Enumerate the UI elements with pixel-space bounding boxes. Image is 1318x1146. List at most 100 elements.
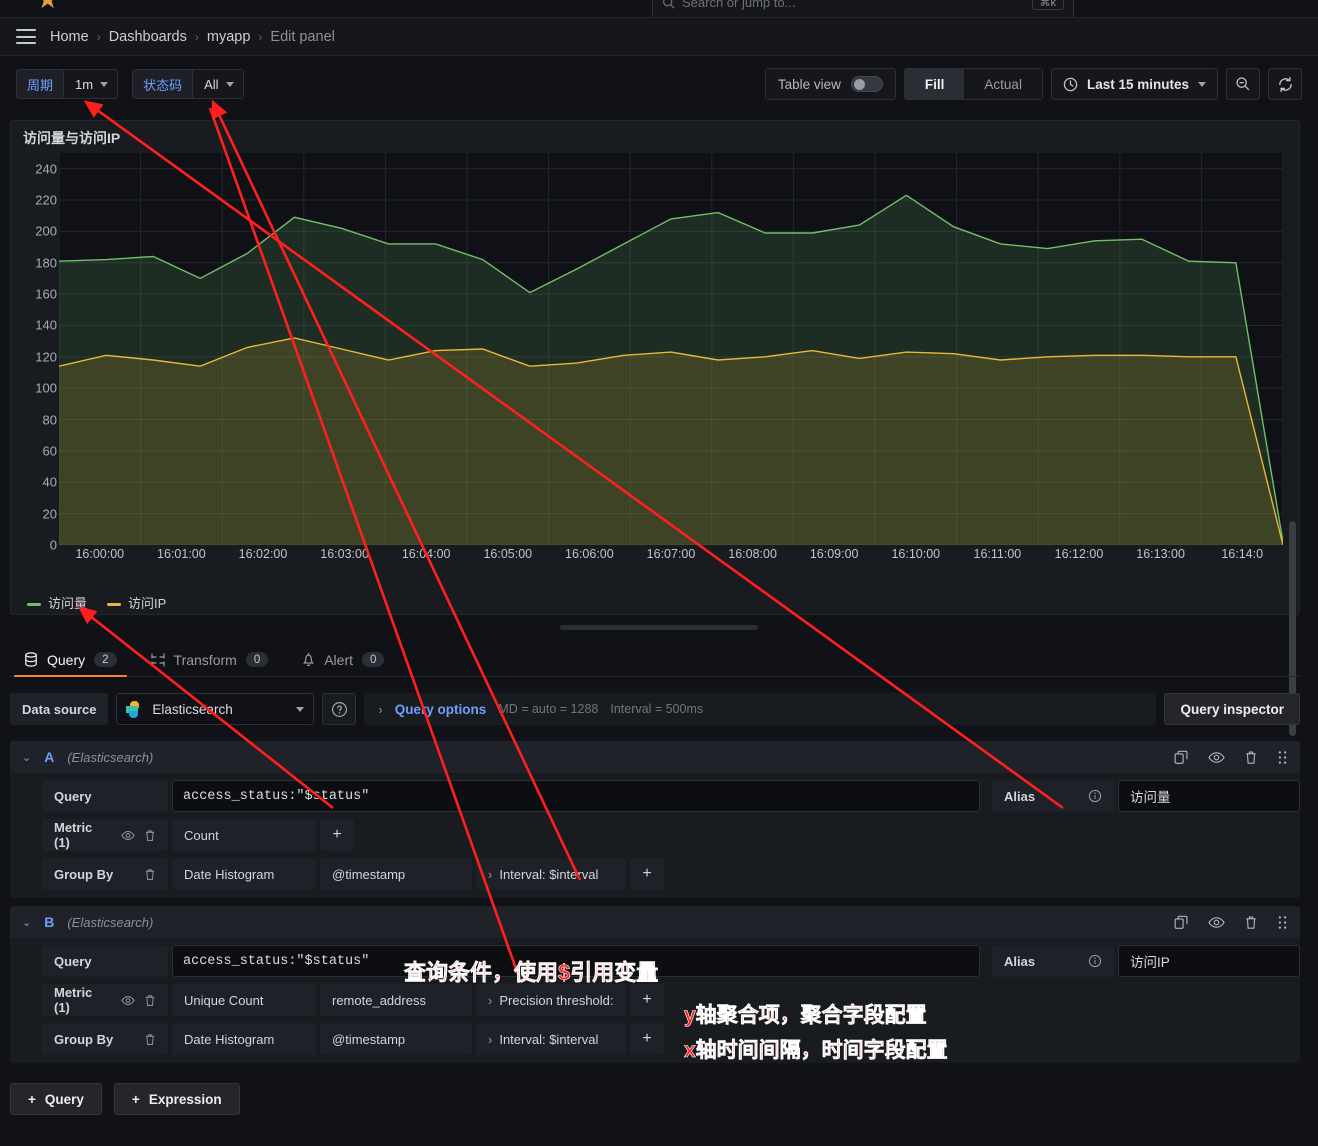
transform-icon (151, 653, 165, 667)
groupby-label-text: Group By (54, 867, 113, 882)
trash-icon[interactable] (144, 1033, 156, 1046)
trash-icon[interactable] (144, 829, 156, 842)
annotation-x-interval: x轴时间间隔，时间字段配置 (684, 1034, 948, 1064)
query-a-groupby-agg[interactable]: Date Histogram (172, 858, 316, 890)
eye-icon[interactable] (1208, 915, 1225, 930)
elasticsearch-icon (126, 701, 143, 718)
tab-transform[interactable]: Transform 0 (137, 643, 283, 676)
datasource-select[interactable]: Elasticsearch (116, 693, 314, 725)
query-b-alias-input[interactable]: 访问IP (1118, 945, 1300, 977)
chevron-right-icon: › (488, 867, 492, 882)
eye-icon[interactable] (1208, 750, 1225, 765)
time-range-picker[interactable]: Last 15 minutes (1051, 68, 1218, 100)
breadcrumb-item-myapp[interactable]: myapp (207, 29, 251, 45)
info-circle-icon[interactable] (1088, 789, 1102, 803)
eye-icon[interactable] (121, 829, 135, 842)
query-b-groupby-interval[interactable]: › Interval: $interval (476, 1023, 626, 1055)
query-options-md: MD = auto = 1288 (498, 702, 598, 716)
query-b-metric-field[interactable]: remote_address (320, 984, 472, 1016)
table-view-switch[interactable] (851, 76, 883, 92)
chevron-down-icon (296, 707, 304, 712)
refresh-button[interactable] (1268, 68, 1302, 100)
query-b-metric-row: Metric (1) Unique Count remote_address (42, 984, 1300, 1016)
query-b-metric-add-button[interactable]: + (630, 984, 664, 1016)
chevron-right-icon: › (488, 1032, 492, 1047)
query-a-query-input[interactable]: access_status:"$status" (172, 780, 980, 812)
tab-query[interactable]: Query 2 (10, 643, 131, 676)
query-b-groupby-add-button[interactable]: + (630, 1023, 664, 1055)
query-a-alias-input[interactable]: 访问量 (1118, 780, 1300, 812)
y-tick-label: 60 (43, 443, 57, 458)
y-tick-label: 100 (35, 381, 57, 396)
query-b-refid[interactable]: B (44, 914, 54, 930)
legend-item-ip[interactable]: 访问IP (107, 593, 166, 612)
query-b-header: ⌄ B (Elasticsearch) (10, 906, 1300, 938)
breadcrumb-item-dashboards[interactable]: Dashboards (109, 29, 187, 45)
add-query-label: Query (45, 1092, 84, 1107)
query-b-metric-precision[interactable]: › Precision threshold: (476, 984, 626, 1016)
add-expression-button[interactable]: + Expression (114, 1083, 240, 1115)
query-b-alias-group: Alias 访问IP (992, 945, 1300, 977)
legend-item-visits[interactable]: 访问量 (27, 593, 87, 612)
trash-icon[interactable] (144, 868, 156, 881)
add-buttons-row: + Query + Expression (10, 1083, 1300, 1115)
time-range-text: Last 15 minutes (1087, 77, 1189, 92)
trash-icon[interactable] (1244, 915, 1258, 930)
duplicate-icon[interactable] (1174, 750, 1189, 765)
query-b-groupby-field[interactable]: @timestamp (320, 1023, 472, 1055)
refresh-icon (1277, 76, 1294, 93)
table-view-toggle[interactable]: Table view (765, 68, 896, 100)
datasource-help-button[interactable] (322, 693, 356, 725)
annotation-query-condition: 查询条件，使用$引用变量 (404, 955, 658, 987)
x-tick-label: 16:07:00 (647, 547, 696, 561)
y-tick-label: 40 (43, 475, 57, 490)
query-b-metric-agg[interactable]: Unique Count (172, 984, 316, 1016)
query-options-row[interactable]: › Query options MD = auto = 1288 Interva… (364, 693, 1156, 725)
query-a-refid[interactable]: A (44, 749, 54, 765)
panel-toolbar: 周期 1m 状态码 All Table view Fill Actual (0, 56, 1318, 112)
chevron-down-icon[interactable]: ⌄ (22, 916, 31, 929)
variable-status-select[interactable]: All (192, 69, 243, 99)
eye-icon[interactable] (121, 994, 135, 1007)
y-tick-label: 120 (35, 349, 57, 364)
query-options-label[interactable]: Query options (395, 702, 487, 717)
hamburger-menu-icon[interactable] (16, 29, 36, 44)
fill-button[interactable]: Fill (905, 69, 965, 99)
info-circle-icon[interactable] (1088, 954, 1102, 968)
query-b-groupby-agg[interactable]: Date Histogram (172, 1023, 316, 1055)
actual-button[interactable]: Actual (964, 69, 1042, 99)
trash-icon[interactable] (144, 994, 156, 1007)
drag-handle-icon[interactable] (1277, 915, 1288, 930)
query-a-metric-add-button[interactable]: + (320, 819, 354, 851)
tab-query-count: 2 (94, 652, 116, 667)
annotation-y-aggregation: y轴聚合项，聚合字段配置 (684, 999, 927, 1029)
x-tick-label: 16:13:00 (1136, 547, 1185, 561)
query-inspector-button[interactable]: Query inspector (1164, 693, 1300, 725)
tab-alert[interactable]: Alert 0 (288, 643, 398, 676)
chevron-down-icon[interactable]: ⌄ (22, 751, 31, 764)
zoom-out-button[interactable] (1226, 68, 1260, 100)
variable-period-select[interactable]: 1m (63, 69, 118, 99)
drag-handle-icon[interactable] (1277, 750, 1288, 765)
add-query-button[interactable]: + Query (10, 1083, 102, 1115)
datasource-row: Data source Elasticsearch › Qu (10, 685, 1300, 733)
query-b-actions (1174, 915, 1288, 930)
plus-icon: + (132, 1092, 140, 1107)
query-b-groupby-row: Group By Date Histogram @timestamp › Int… (42, 1023, 1300, 1055)
chart-grid (59, 153, 1283, 545)
query-a-groupby-field[interactable]: @timestamp (320, 858, 472, 890)
alias-label-text: Alias (1004, 954, 1035, 969)
panel-resize-handle[interactable] (560, 625, 758, 630)
chart-legend: 访问量 访问IP (27, 593, 166, 612)
add-expression-label: Expression (149, 1092, 222, 1107)
query-a-groupby-interval[interactable]: › Interval: $interval (476, 858, 626, 890)
query-a-metric-agg[interactable]: Count (172, 819, 316, 851)
search-input[interactable]: Search or jump to... ⌘k (652, 0, 1074, 18)
duplicate-icon[interactable] (1174, 915, 1189, 930)
series-area-1 (59, 338, 1283, 545)
breadcrumb-item-home[interactable]: Home (50, 29, 89, 45)
trash-icon[interactable] (1244, 750, 1258, 765)
legend-label-ip: 访问IP (128, 596, 166, 611)
query-a-groupby-add-button[interactable]: + (630, 858, 664, 890)
x-tick-label: 16:01:00 (157, 547, 206, 561)
